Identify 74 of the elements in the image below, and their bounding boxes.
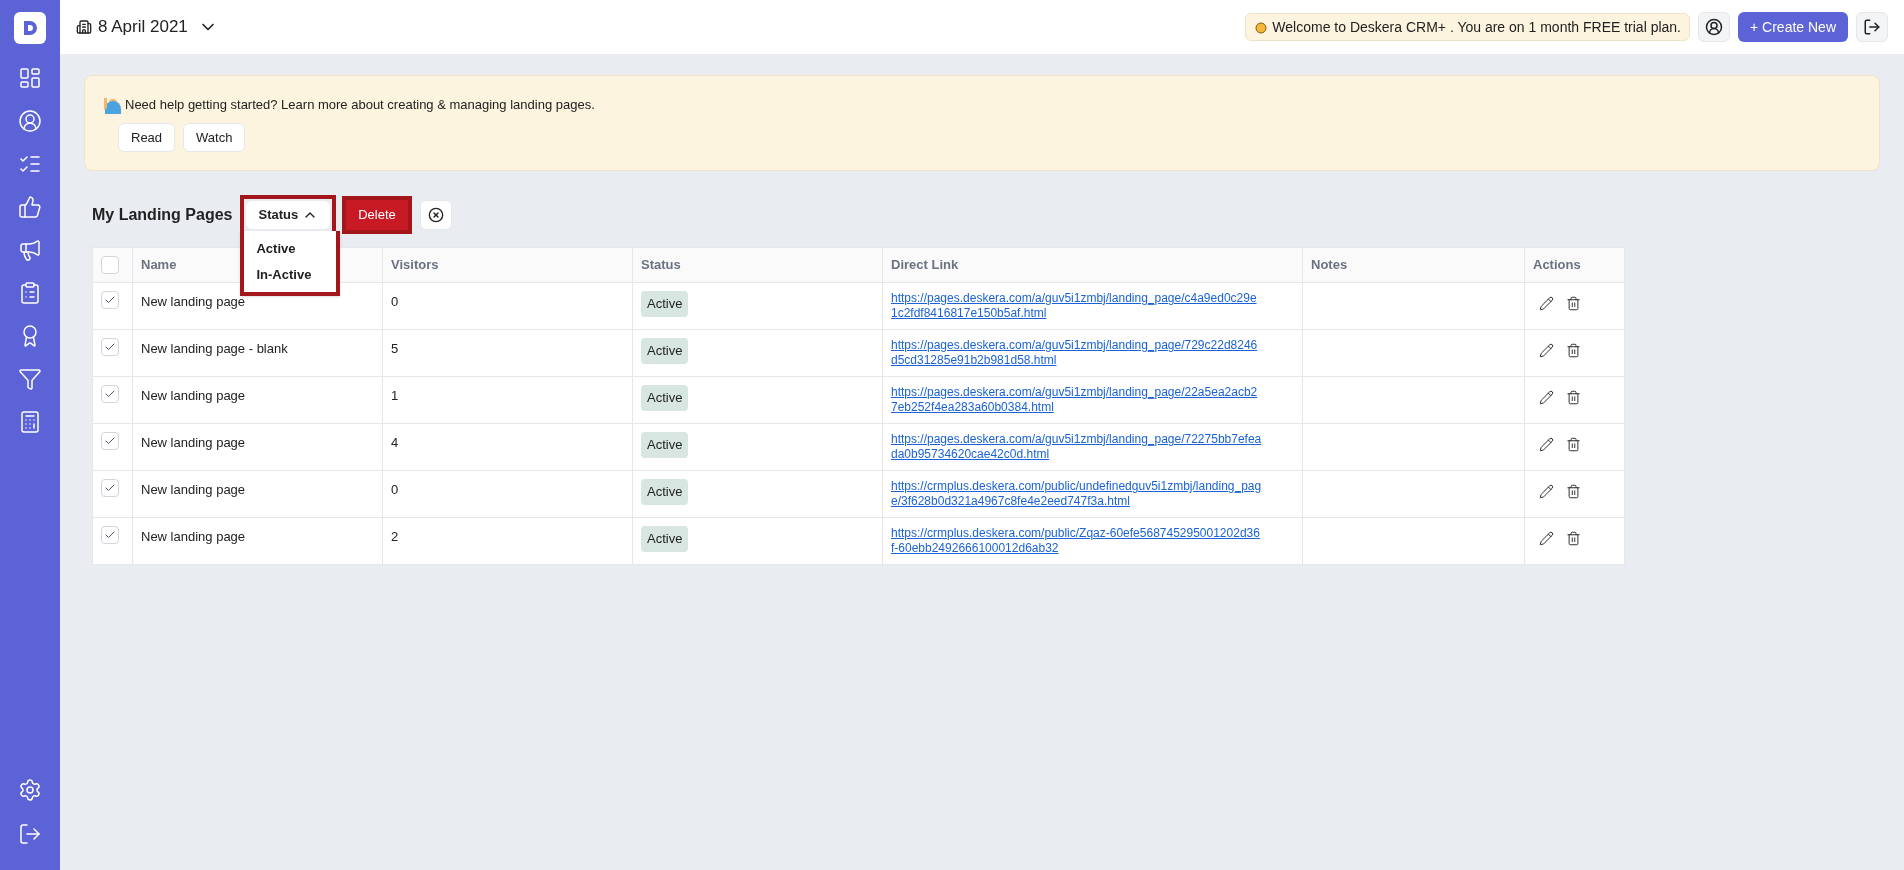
clear-button[interactable] bbox=[419, 200, 452, 230]
logout-button[interactable] bbox=[1856, 12, 1888, 42]
checkmark-icon bbox=[104, 529, 116, 541]
status-badge: Active bbox=[641, 526, 689, 552]
column-header: Status bbox=[632, 247, 883, 283]
close-icon bbox=[427, 207, 444, 223]
visitors-cell: 4 bbox=[382, 423, 633, 471]
edit-icon[interactable] bbox=[1539, 484, 1554, 499]
funnel-icon[interactable] bbox=[18, 367, 42, 391]
trial-notice-text: Welcome to Deskera CRM+ . You are on 1 month FREE trial plan. bbox=[1272, 17, 1681, 37]
visitors-cell: 0 bbox=[382, 282, 633, 330]
building-icon bbox=[76, 19, 92, 35]
visitors-cell: 2 bbox=[382, 517, 633, 565]
column-header: Notes bbox=[1302, 247, 1525, 283]
edit-icon[interactable] bbox=[1539, 437, 1554, 452]
help-text: Need help getting started? Learn more about creating & managing landing pages. bbox=[125, 96, 595, 115]
dropdown-option[interactable]: In-Active bbox=[256, 264, 325, 284]
status-badge: Active bbox=[641, 432, 689, 458]
checkmark-icon bbox=[104, 482, 116, 494]
help-link-button[interactable]: Read bbox=[118, 123, 176, 152]
logout-icon bbox=[1863, 18, 1881, 36]
dashboard-icon[interactable] bbox=[18, 66, 42, 90]
edit-icon[interactable] bbox=[1539, 343, 1554, 358]
profile-button[interactable] bbox=[1698, 12, 1730, 42]
edit-icon[interactable] bbox=[1539, 531, 1554, 546]
page-title: My Landing Pages bbox=[92, 205, 233, 225]
checkmark-icon bbox=[104, 294, 116, 306]
checkmark-icon bbox=[104, 435, 116, 447]
status-filter[interactable]: Status bbox=[246, 201, 331, 229]
dropdown-option[interactable]: Active bbox=[256, 239, 325, 259]
delete-icon[interactable] bbox=[1566, 296, 1581, 311]
help-link-button[interactable]: Watch bbox=[183, 123, 246, 152]
delete-button[interactable]: Delete bbox=[346, 200, 408, 230]
visitors-cell: 1 bbox=[382, 376, 633, 424]
checkmark-icon bbox=[104, 388, 116, 400]
status-badge: Active bbox=[641, 338, 689, 364]
delete-icon[interactable] bbox=[1566, 343, 1581, 358]
logout-icon[interactable] bbox=[18, 822, 42, 846]
delete-icon[interactable] bbox=[1566, 390, 1581, 405]
status-badge: Active bbox=[641, 291, 689, 317]
name-cell: New landing page bbox=[132, 517, 383, 565]
name-cell: New landing page bbox=[132, 423, 383, 471]
name-cell: New landing page bbox=[132, 470, 383, 518]
column-header: Visitors bbox=[382, 247, 633, 283]
thumbs-up-icon[interactable] bbox=[18, 195, 42, 219]
checkbox[interactable] bbox=[101, 385, 119, 403]
name-cell: New landing page - blank bbox=[132, 329, 383, 377]
checkbox[interactable] bbox=[101, 432, 119, 450]
visitors-cell: 0 bbox=[382, 470, 633, 518]
user-icon[interactable] bbox=[18, 109, 42, 133]
edit-icon[interactable] bbox=[1539, 296, 1554, 311]
date-selector[interactable]: 8 April 2021 bbox=[76, 14, 218, 40]
edit-icon[interactable] bbox=[1539, 390, 1554, 405]
delete-icon[interactable] bbox=[1566, 437, 1581, 452]
name-cell: New landing page bbox=[132, 376, 383, 424]
checkbox[interactable] bbox=[101, 338, 119, 356]
delete-icon[interactable] bbox=[1566, 531, 1581, 546]
checkbox[interactable] bbox=[101, 291, 119, 309]
status-badge: Active bbox=[641, 385, 689, 411]
checkbox[interactable] bbox=[101, 479, 119, 497]
checkmark-icon bbox=[104, 341, 116, 353]
visitors-cell: 5 bbox=[382, 329, 633, 377]
megaphone-icon[interactable] bbox=[18, 238, 42, 262]
clipboard-icon[interactable] bbox=[18, 281, 42, 305]
status-badge: Active bbox=[641, 479, 689, 505]
column-header: Direct Link bbox=[882, 247, 1303, 283]
delete-icon[interactable] bbox=[1566, 484, 1581, 499]
logo-icon[interactable] bbox=[14, 12, 46, 44]
create-new-button[interactable]: + Create New bbox=[1738, 12, 1848, 42]
user-icon bbox=[1705, 18, 1723, 36]
checkbox[interactable] bbox=[101, 256, 119, 274]
checkbox[interactable] bbox=[101, 526, 119, 544]
settings-icon[interactable] bbox=[18, 778, 42, 802]
column-header: Actions bbox=[1524, 247, 1625, 283]
